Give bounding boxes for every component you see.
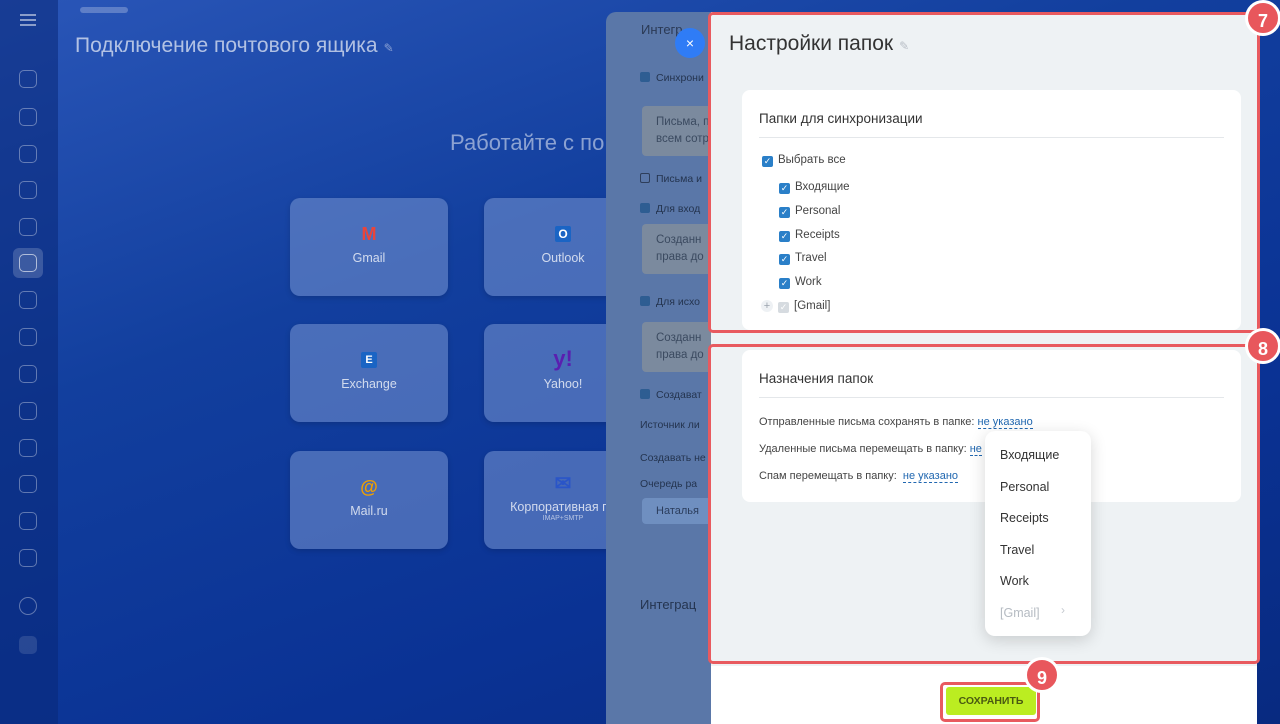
option-row[interactable]: Для вход	[640, 203, 700, 215]
calendar-icon[interactable]	[19, 475, 37, 493]
gmail-icon: M	[361, 224, 377, 244]
service-label: Mail.ru	[350, 504, 388, 518]
connect-subtitle: Работайте с по	[450, 130, 605, 155]
info-box: Письма, п всем сотр	[642, 106, 716, 156]
settings-icon[interactable]	[19, 597, 37, 615]
bot-icon[interactable]	[19, 512, 37, 530]
queue-user-button[interactable]: Наталья	[642, 498, 716, 524]
store-icon[interactable]	[19, 549, 37, 567]
edit-icon[interactable]	[19, 402, 37, 420]
left-sidebar	[0, 0, 58, 724]
service-label: Gmail	[352, 251, 386, 265]
team-icon[interactable]	[19, 365, 37, 383]
checkbox[interactable]	[640, 72, 650, 82]
field-label: Создавать не	[640, 452, 706, 464]
checkbox[interactable]	[640, 296, 650, 306]
field-label: Очередь ра	[640, 478, 698, 490]
outlook-icon: O	[555, 226, 571, 242]
menu-icon[interactable]	[20, 14, 36, 26]
exchange-icon: E	[361, 352, 377, 368]
option-row[interactable]: Синхрони	[640, 72, 704, 84]
envelope-icon: ✉	[554, 473, 572, 495]
step-badge-7: 7	[1245, 0, 1280, 36]
service-tile-mailru[interactable]: @ Mail.ru	[290, 451, 448, 549]
mail-icon[interactable]	[19, 218, 37, 236]
checkbox[interactable]	[640, 173, 650, 183]
section-title: Интеграц	[640, 597, 697, 612]
step-badge-9: 9	[1024, 657, 1060, 693]
checkbox[interactable]	[640, 389, 650, 399]
activity-icon[interactable]	[19, 70, 37, 88]
option-row[interactable]: Письма и	[640, 173, 702, 185]
add-icon[interactable]	[19, 636, 37, 654]
contacts-icon[interactable]	[19, 181, 37, 199]
chat-icon[interactable]	[19, 145, 37, 163]
target-icon[interactable]	[19, 328, 37, 346]
yahoo-icon: y!	[553, 346, 573, 371]
highlight-box-8	[708, 344, 1260, 664]
mailru-icon: @	[360, 477, 378, 497]
sites-icon[interactable]	[19, 291, 37, 309]
highlight-box-9	[940, 682, 1040, 722]
highlight-box-7	[708, 12, 1260, 333]
option-row[interactable]: Для исхо	[640, 296, 700, 308]
checkbox[interactable]	[640, 203, 650, 213]
step-badge-8: 8	[1245, 328, 1280, 364]
info-box: Созданн права до	[642, 224, 716, 274]
top-tab-chip[interactable]	[80, 7, 128, 13]
checklist-icon[interactable]	[19, 439, 37, 457]
close-button[interactable]: ×	[675, 28, 705, 58]
integration-panel: Интегр Синхрони Письма, п всем сотр Письм…	[606, 12, 716, 724]
service-tile-exchange[interactable]: E Exchange	[290, 324, 448, 422]
info-box: Созданн права до	[642, 322, 716, 372]
crm-icon[interactable]	[19, 254, 37, 272]
service-label: Exchange	[341, 377, 397, 391]
page-title: Подключение почтового ящика ✎	[75, 34, 394, 57]
option-row[interactable]: Создават	[640, 389, 702, 401]
service-tile-gmail[interactable]: M Gmail	[290, 198, 448, 296]
field-label: Источник ли	[640, 419, 700, 431]
pin-icon[interactable]: ✎	[384, 41, 394, 55]
tasks-icon[interactable]	[19, 108, 37, 126]
